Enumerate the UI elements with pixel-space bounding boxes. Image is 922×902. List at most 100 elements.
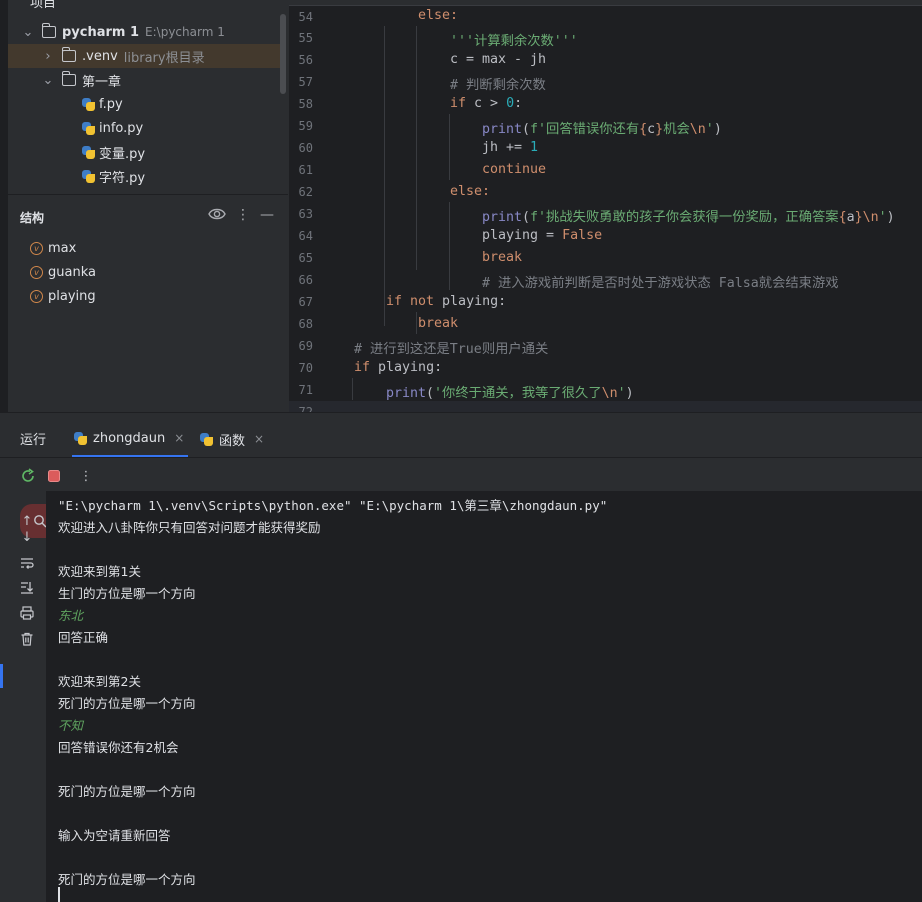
line-number: 69 [298,339,313,353]
structure-item-label: max [48,241,77,256]
soft-wrap-icon[interactable] [19,555,35,571]
arrow-down-icon[interactable]: ↓ [19,529,35,545]
code-line[interactable]: jh += 1 [482,140,538,155]
code-line[interactable]: # 进行到这还是True则用户通关 [354,338,548,357]
trash-icon[interactable] [19,631,35,647]
code-line[interactable]: print(f'挑战失败勇敢的孩子你会获得一份奖励，正确答案{a}\n') [482,206,895,225]
editor-tab-strip[interactable] [289,0,922,6]
code-line[interactable]: c = max - jh [450,52,546,67]
code-line[interactable]: if not playing: [386,294,506,309]
variable-icon: v [30,242,43,255]
line-number: 64 [298,229,313,243]
console-user-input: 不知 [58,718,84,733]
code-line[interactable]: else: [450,184,490,199]
run-tab-functions[interactable]: 函数 × [200,421,270,457]
more-options-icon[interactable]: ⋮ [78,468,94,484]
console-user-input: 东北 [58,608,84,623]
structure-item-label: playing [48,289,96,304]
folder-icon [61,47,76,62]
eye-icon[interactable] [208,207,226,225]
structure-item-label: guanka [48,265,96,280]
run-toolbar: ⋮ [0,457,922,491]
indent-guide [449,202,450,290]
console-output[interactable]: "E:\pycharm 1\.venv\Scripts\python.exe" … [46,491,922,902]
line-number: 70 [298,361,313,375]
console-line: 欢迎来到第1关 [58,564,141,579]
line-number: 60 [298,141,313,155]
minimize-icon[interactable]: — [260,207,274,225]
line-number: 62 [298,185,313,199]
run-panel-title: 运行 [20,433,47,448]
python-file-icon [82,121,95,135]
code-line[interactable]: playing = False [482,228,602,243]
console-line: 生门的方位是哪一个方向 [58,586,196,601]
console-line: 死门的方位是哪一个方向 [58,784,196,799]
structure-toolbar: ⋮ — [208,207,274,225]
code-line[interactable]: break [418,316,458,331]
python-file-icon [82,97,95,111]
indent-guide [384,26,385,326]
tree-item-venv-note: library根目录 [123,50,205,66]
line-number: 58 [298,97,313,111]
code-line[interactable]: break [482,250,522,265]
close-icon[interactable]: × [254,432,264,446]
text-caret[interactable] [58,887,60,902]
print-icon[interactable] [19,605,35,621]
folder-icon [61,71,76,86]
chevron-down-icon[interactable]: ⌄ [22,25,34,40]
line-number: 67 [298,295,313,309]
structure-item[interactable]: v max [30,241,76,256]
indent-guide [416,26,417,270]
python-file-icon [82,169,95,183]
active-tool-indicator [0,664,3,688]
code-line[interactable]: continue [482,162,546,177]
line-number: 65 [298,251,313,265]
line-number: 71 [298,383,313,397]
stop-icon[interactable] [46,468,62,484]
scroll-to-end-icon[interactable] [19,579,35,595]
code-line[interactable]: if playing: [354,360,442,375]
tree-scrollbar[interactable] [280,14,286,94]
variable-icon: v [30,290,43,303]
code-line[interactable]: # 判断剩余次数 [450,74,546,93]
console-line: 死门的方位是哪一个方向 [58,696,196,711]
console-command-line: "E:\pycharm 1\.venv\Scripts\python.exe" … [58,498,608,513]
structure-item[interactable]: v playing [30,289,96,304]
tree-item-venv[interactable]: › .venv library根目录 [8,44,280,68]
code-line[interactable]: '''计算剩余次数''' [450,30,578,49]
console-line: 欢迎来到第2关 [58,674,141,689]
code-line[interactable]: print('你终于通关，我等了很久了\n') [386,382,634,401]
tree-file[interactable]: info.py [8,116,280,140]
tree-item-chapter-1[interactable]: ⌄ 第一章 [8,68,280,92]
python-file-icon [200,432,213,446]
line-number: 72 [298,405,313,412]
tree-file-label: 字符.py [99,170,146,186]
line-number: 57 [298,75,313,89]
indent-guide [416,312,417,334]
close-icon[interactable]: × [174,431,184,445]
tree-file[interactable]: 字符.py [8,164,280,188]
chevron-right-icon[interactable]: › [42,49,54,64]
more-options-icon[interactable]: ⋮ [236,207,250,225]
run-tab-zhongdaun[interactable]: zhongdaun × [72,421,188,457]
code-line[interactable]: # 进入游戏前判断是否时处于游戏状态 Falsa就会结束游戏 [482,272,839,291]
project-panel-title: 项目 [30,0,57,11]
line-number: 63 [298,207,313,221]
structure-title: 结构 [20,211,45,225]
rerun-icon[interactable] [20,468,36,484]
code-line[interactable]: print(f'回答错误你还有{c}机会\n') [482,118,722,137]
tree-file-label: f.py [99,96,123,112]
code-line[interactable]: else: [418,8,458,23]
tree-item-venv-label: .venv [82,48,118,64]
variable-icon: v [30,266,43,279]
folder-icon [41,23,56,38]
structure-item[interactable]: v guanka [30,265,96,280]
tree-file[interactable]: 变量.py [8,140,280,164]
chevron-down-icon[interactable]: ⌄ [42,73,54,88]
code-line[interactable]: if c > 0: [450,96,522,111]
tree-root-pycharm-1[interactable]: ⌄ pycharm 1 E:\pycharm 1 [8,20,280,44]
tree-root-path: E:\pycharm 1 [145,25,225,39]
code-editor[interactable]: 54 55 56 57 58 59 60 61 62 63 64 65 66 6… [288,0,922,412]
tree-file[interactable]: f.py [8,92,280,116]
tree-file-label: 变量.py [99,146,146,162]
